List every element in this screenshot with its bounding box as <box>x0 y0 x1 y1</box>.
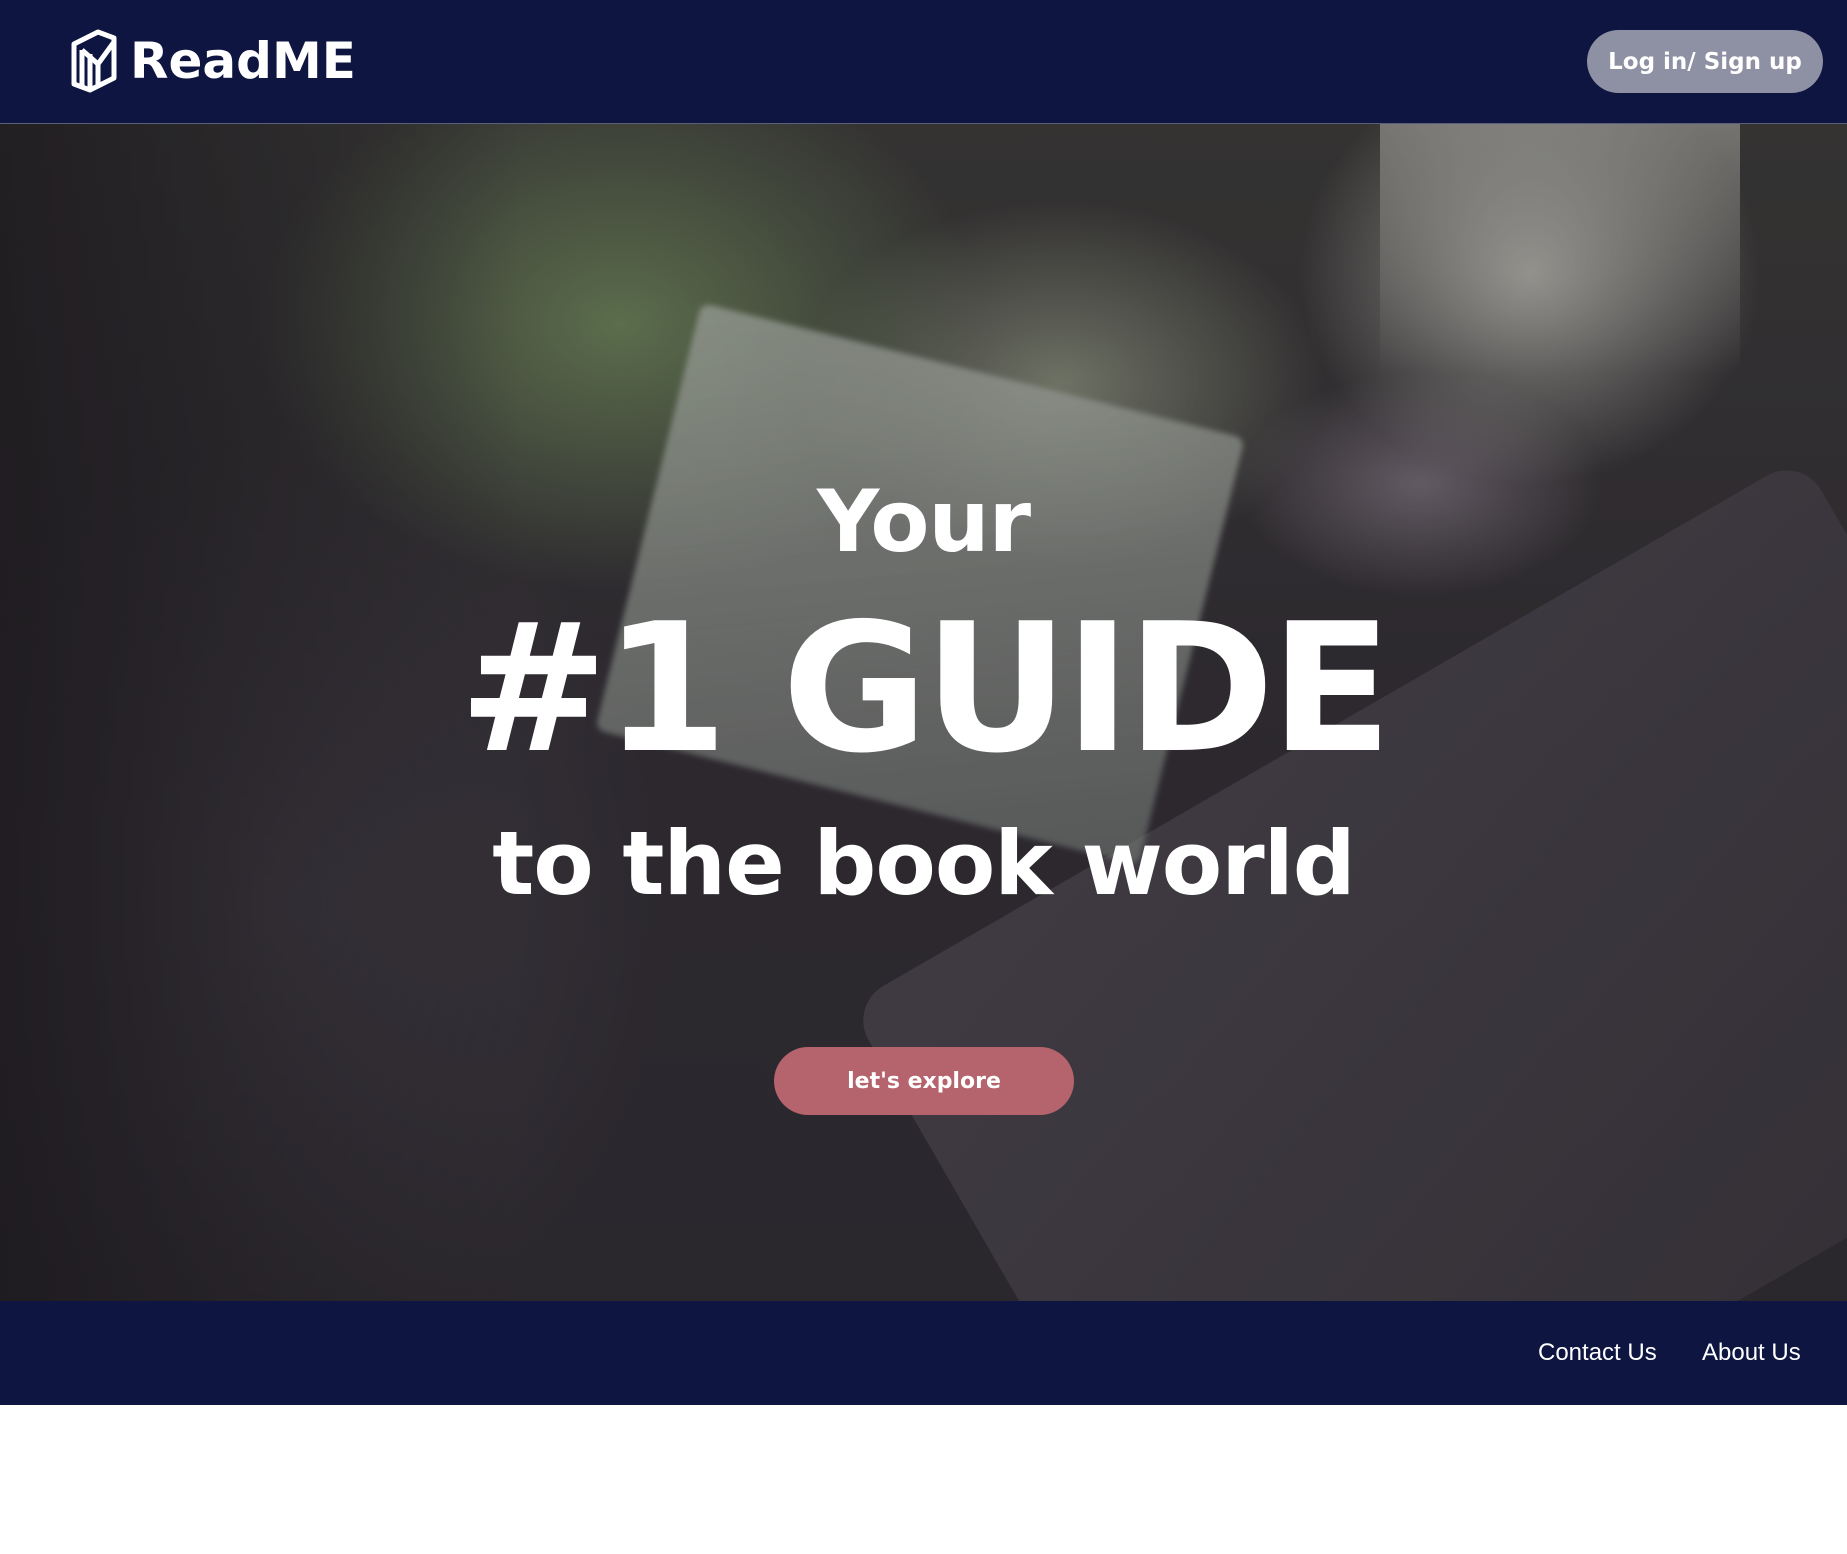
footer-link-about-us[interactable]: About Us <box>1702 1301 1801 1405</box>
footer-link-contact-us[interactable]: Contact Us <box>1538 1301 1657 1405</box>
login-signup-button[interactable]: Log in/ Sign up <box>1587 30 1823 93</box>
hero-headline-line3: to the book world <box>492 812 1356 915</box>
explore-button[interactable]: let's explore <box>774 1047 1074 1115</box>
hero-headline-line1: Your <box>816 472 1031 572</box>
brand-name: ReadME <box>130 32 356 90</box>
footer: Contact Us About Us <box>0 1301 1847 1405</box>
top-navbar: ReadME Log in/ Sign up <box>0 0 1847 124</box>
hero-section: Your #1 GUIDE to the book world let's ex… <box>0 124 1847 1301</box>
brand-logo[interactable]: ReadME <box>68 28 356 94</box>
hero-headline-main: #1 GUIDE <box>458 585 1392 792</box>
book-logo-icon <box>71 29 117 93</box>
